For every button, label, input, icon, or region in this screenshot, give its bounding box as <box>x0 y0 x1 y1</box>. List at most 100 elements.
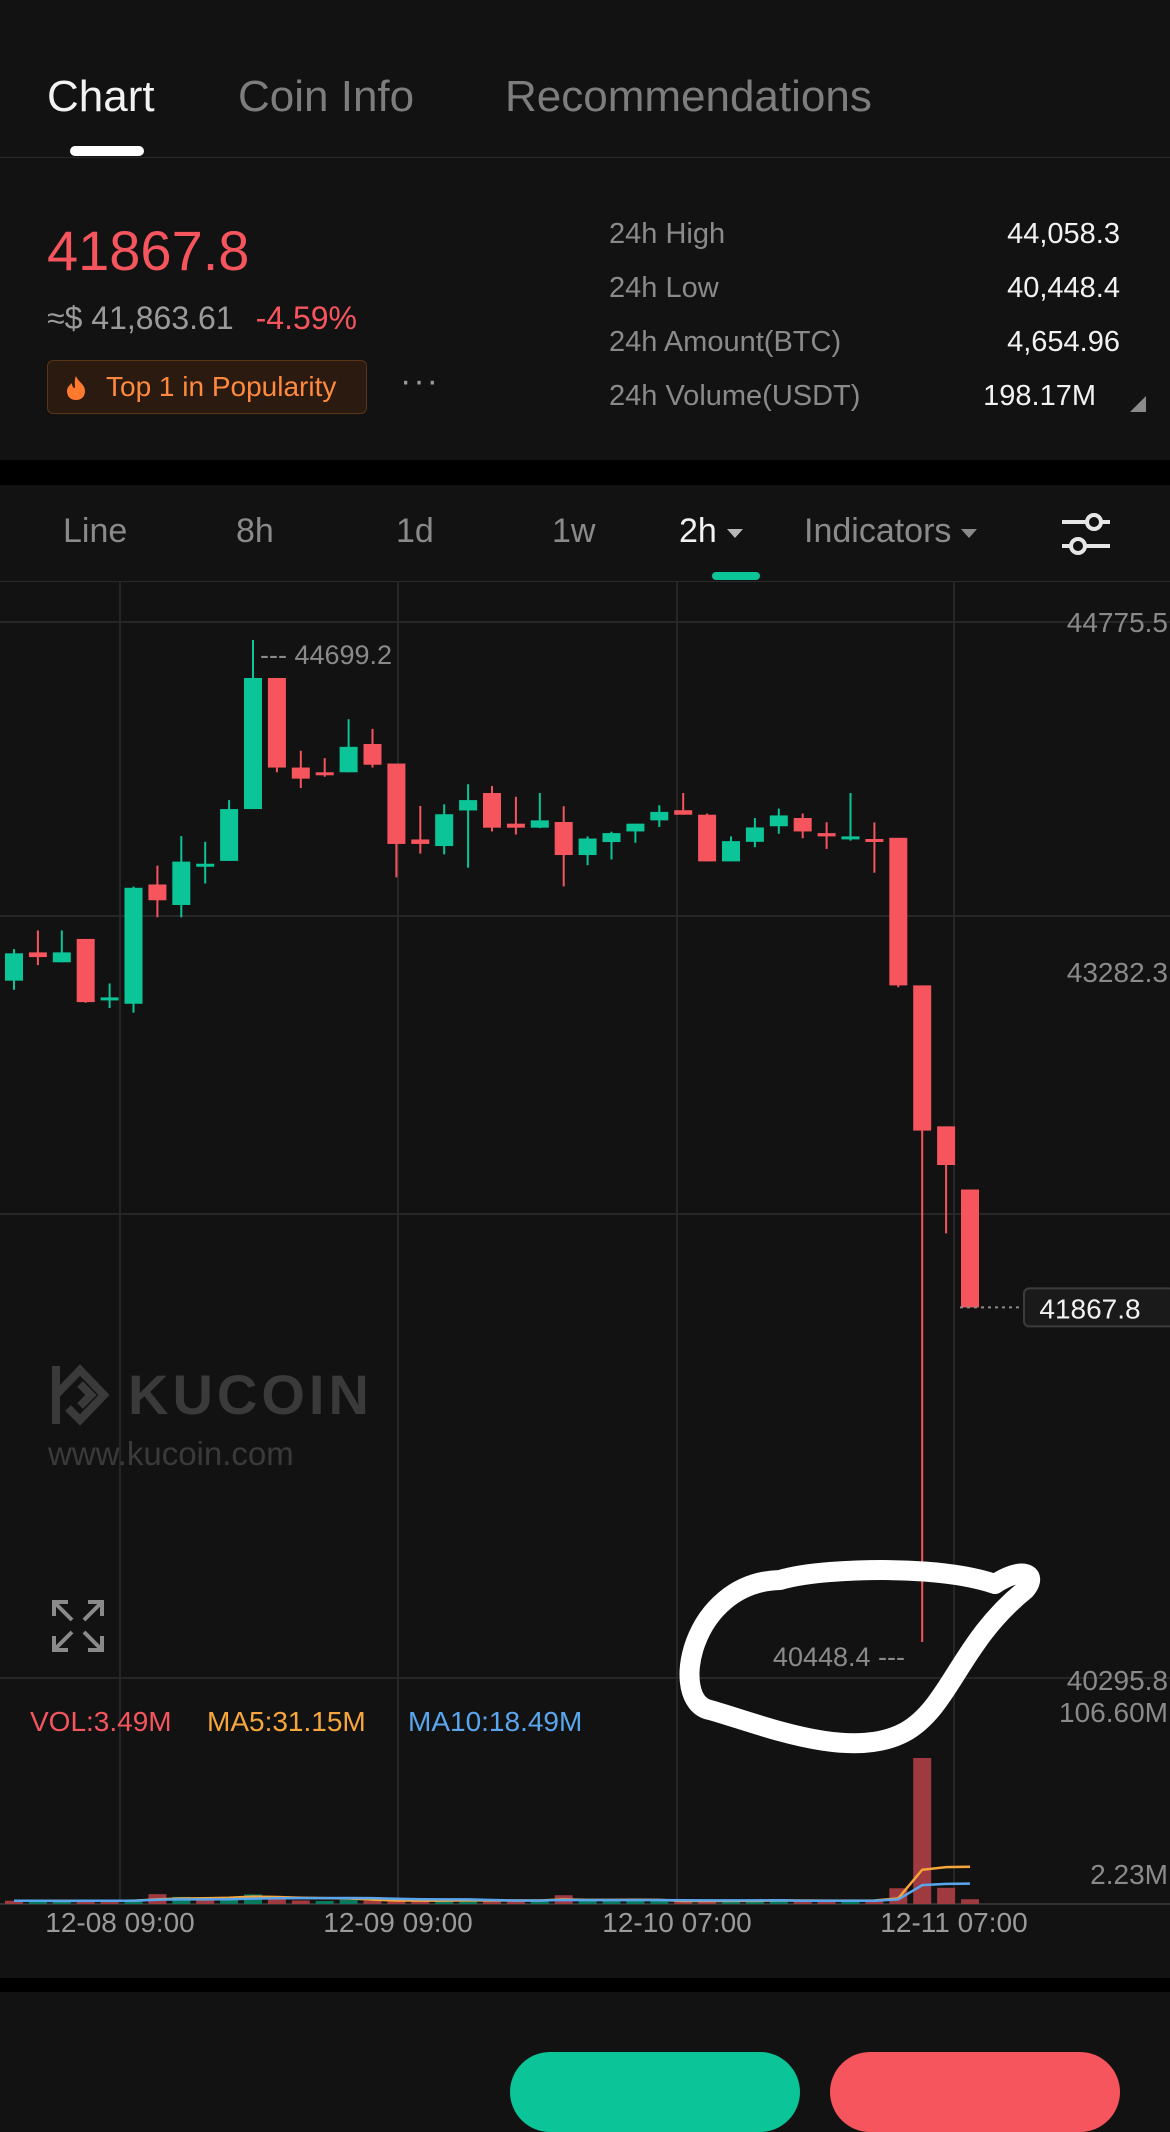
timeframe-2h[interactable]: 2h <box>679 512 743 551</box>
candle-body <box>817 833 836 837</box>
candle-body <box>124 887 143 1004</box>
candle-body <box>291 767 310 779</box>
candle-body <box>28 952 47 958</box>
flame-icon <box>67 376 85 400</box>
stat-value-amount: 4,654.96 <box>1007 326 1120 358</box>
y-tick-label: 40295.8 <box>1067 1665 1168 1696</box>
volume-bar <box>650 1901 669 1904</box>
candle-body <box>913 985 932 1131</box>
top-tabs: Chart Coin Info Recommendations <box>0 0 1170 158</box>
ma5-readout: MA5:31.15M <box>207 1706 366 1737</box>
stat-value-volume: 198.17M <box>983 380 1096 412</box>
last-price-tag: 41867.8 <box>1039 1293 1140 1324</box>
candle-body <box>52 952 71 963</box>
tab-coin-info[interactable]: Coin Info <box>238 72 414 122</box>
candle-body <box>172 861 191 905</box>
fullscreen-icon[interactable] <box>50 1598 106 1654</box>
section-divider <box>0 460 1170 485</box>
tab-recommendations[interactable]: Recommendations <box>505 72 872 122</box>
volume-bar <box>315 1900 334 1904</box>
x-tick-label: 12-09 09:00 <box>323 1907 472 1938</box>
low-price-label: 40448.4 --- <box>773 1642 905 1672</box>
volume-bar <box>291 1900 310 1904</box>
kucoin-logo-icon <box>52 1364 110 1426</box>
watermark-brand: KUCOIN <box>128 1363 373 1426</box>
active-timeframe-indicator <box>712 572 760 580</box>
candle-body <box>220 809 239 861</box>
volume-bar <box>339 1899 358 1904</box>
candle-body <box>530 820 549 828</box>
candle-body <box>554 822 573 856</box>
candle-body <box>865 838 884 842</box>
stat-label-volume: 24h Volume(USDT) <box>609 380 861 412</box>
candle-body <box>769 815 788 827</box>
candle-body <box>363 743 382 765</box>
indicators-dropdown[interactable]: Indicators <box>804 512 978 551</box>
candle-body <box>244 677 262 810</box>
candle-body <box>339 746 358 773</box>
candle-body <box>411 839 430 844</box>
candle-body <box>578 838 597 856</box>
candle-body <box>961 1189 979 1308</box>
volume-bar <box>937 1887 956 1904</box>
high-price-label: --- 44699.2 <box>260 640 392 670</box>
more-options-button[interactable]: ··· <box>400 362 440 401</box>
volume-bar <box>363 1900 382 1904</box>
timeframe-8h[interactable]: 8h <box>236 512 274 551</box>
candle-body <box>793 818 812 832</box>
usd-price-line: ≈$ 41,863.61 -4.59% <box>47 300 357 337</box>
timeframe-2h-label: 2h <box>679 512 717 550</box>
candlestick-chart[interactable]: 44775.5 43282.3 40295.8 106.60M 2.23M 12-08 0… <box>0 582 1170 1974</box>
volume-tick-label: 2.23M <box>1090 1859 1168 1890</box>
y-tick-label: 43282.3 <box>1067 957 1168 988</box>
stat-label-high: 24h High <box>609 218 726 250</box>
watermark-url: www.kucoin.com <box>48 1435 294 1472</box>
vol-readout: VOL:3.49M <box>30 1706 172 1737</box>
candle-body <box>435 814 454 847</box>
candle-body <box>267 677 286 768</box>
sell-button[interactable] <box>830 2052 1120 2132</box>
usd-price: ≈$ 41,863.61 <box>47 300 234 336</box>
active-tab-indicator <box>70 146 144 156</box>
price-change: -4.59% <box>255 300 357 336</box>
buy-button[interactable] <box>510 2052 800 2132</box>
candle-body <box>148 884 167 901</box>
candle-body <box>722 841 740 862</box>
chart-settings-icon[interactable] <box>1058 510 1114 558</box>
timeframe-1w[interactable]: 1w <box>552 512 595 551</box>
stat-label-low: 24h Low <box>609 272 719 304</box>
tab-chart[interactable]: Chart <box>47 72 155 122</box>
indicators-label: Indicators <box>804 512 952 550</box>
popularity-badge[interactable]: Top 1 in Popularity <box>47 360 367 414</box>
x-tick-label: 12-11 07:00 <box>880 1907 1027 1938</box>
volume-bar <box>602 1901 621 1904</box>
candle-body <box>745 827 764 842</box>
timeframe-line[interactable]: Line <box>63 512 127 551</box>
candle-body <box>459 800 478 811</box>
chevron-down-icon <box>961 528 978 538</box>
candle-body <box>483 793 501 828</box>
candle-body <box>506 823 525 828</box>
chart-canvas[interactable]: 44775.5 43282.3 40295.8106.60M 2.23M 12-08 0… <box>0 582 1170 1974</box>
candle-body <box>937 1126 956 1166</box>
y-tick-label: 44775.5 <box>1067 607 1168 638</box>
candle-body <box>841 836 860 840</box>
candle-body <box>5 953 23 981</box>
volume-bar <box>913 1758 932 1904</box>
candle-body <box>889 837 908 986</box>
stat-value-high: 44,058.3 <box>1007 218 1120 250</box>
candle-body <box>602 833 621 843</box>
volume-bar <box>961 1899 979 1904</box>
candle-body <box>698 814 717 862</box>
x-tick-label: 12-10 07:00 <box>602 1907 751 1938</box>
corner-triangle-icon <box>1130 396 1146 412</box>
candle-body <box>315 772 334 776</box>
candle-body <box>196 863 215 867</box>
candle-body <box>674 810 693 815</box>
candle-body <box>76 938 95 1003</box>
candle-body <box>626 823 645 832</box>
timeframe-1d[interactable]: 1d <box>396 512 434 551</box>
chevron-down-icon <box>726 528 743 538</box>
candle-body <box>650 811 669 821</box>
candle-body <box>387 763 406 844</box>
